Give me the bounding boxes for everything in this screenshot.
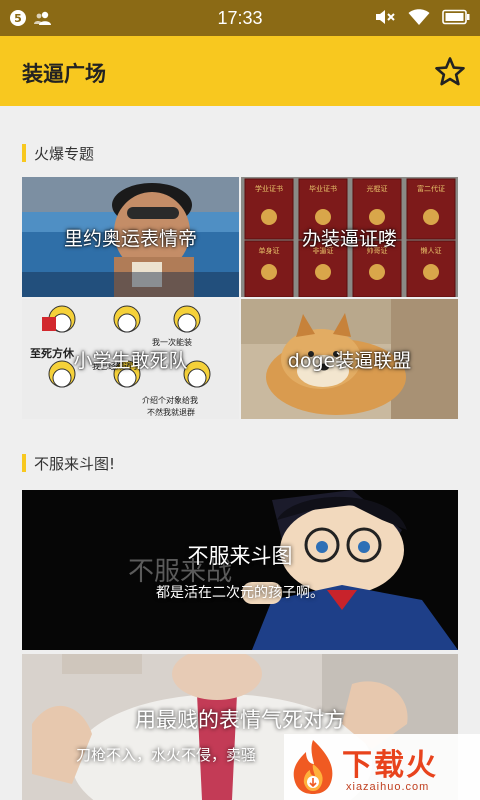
mute-icon xyxy=(376,10,395,24)
banner-title: 用最贱的表情气死对方 xyxy=(135,708,345,732)
topic-tile-rio-olympics[interactable]: 里约奥运表情帝 xyxy=(22,177,239,297)
tile-label: doge装逼联盟 xyxy=(287,349,412,372)
wifi-icon xyxy=(408,9,430,25)
sticker-text: 不然我就退群 xyxy=(147,407,195,417)
sticker-text: 至死方休 xyxy=(30,346,75,360)
star-outline-icon[interactable] xyxy=(434,56,466,88)
banner-subtitle: 都是活在二次元的孩子啊。 xyxy=(156,585,324,601)
section-label: 不服来斗图! xyxy=(34,454,116,473)
certificate-text: 光棍证 xyxy=(367,184,388,193)
watermark-text: 下载火 xyxy=(342,748,438,783)
section-header-hot-topics: 火爆专题 xyxy=(22,143,94,163)
certificate-text: 毕业证书 xyxy=(309,184,337,193)
topic-tile-pupil-squad[interactable]: 至死方休 我一次能装 我已经知道了 介绍个对象给我 不然我就退群 小学生敢死队 xyxy=(22,299,239,419)
banner-title: 不服来斗图 xyxy=(187,544,293,568)
main-content: 火爆专题 里约奥运表情帝 学业证书 毕业证书 光棍证 富二代证 单身证 非逼证 … xyxy=(0,106,480,800)
tile-label: 里约奥运表情帝 xyxy=(63,227,197,250)
section-accent-bar xyxy=(22,454,26,472)
app-bar: 装逼广场 xyxy=(0,36,480,106)
tile-label: 办装逼证喽 xyxy=(301,227,397,250)
section-header-meme-battle: 不服来斗图! xyxy=(22,453,115,473)
certificate-text: 懒人证 xyxy=(421,246,442,255)
certificate-text: 单身证 xyxy=(259,246,280,255)
topic-tile-doge[interactable]: doge装逼联盟 xyxy=(241,299,458,419)
certificate-text: 富二代证 xyxy=(417,184,445,193)
certificate-text: 学业证书 xyxy=(255,184,283,193)
banner-image: 不服来战 xyxy=(22,490,458,650)
flame-logo-icon xyxy=(293,740,333,794)
status-bar: 5 17:33 xyxy=(0,0,480,36)
watermark-url: xiazaihuo.com xyxy=(346,781,430,793)
section-accent-bar xyxy=(22,144,26,162)
watermark: 下载火 xiazaihuo.com xyxy=(284,734,480,800)
battery-icon xyxy=(442,9,470,25)
banner-meme-battle[interactable]: 不服来战 不服来斗图 都是活在二次元的孩子啊。 xyxy=(22,490,458,650)
banner-subtitle: 刀枪不入，水火不侵，卖骚 xyxy=(76,746,257,764)
tile-label: 小学生敢死队 xyxy=(73,349,188,372)
section-label: 火爆专题 xyxy=(34,144,95,163)
app-title: 装逼广场 xyxy=(22,62,106,86)
sticker-text: 介绍个对象给我 xyxy=(142,395,198,405)
topic-tile-certificates[interactable]: 学业证书 毕业证书 光棍证 富二代证 单身证 非逼证 帅哥证 懒人证 办装逼证喽 xyxy=(241,177,458,297)
